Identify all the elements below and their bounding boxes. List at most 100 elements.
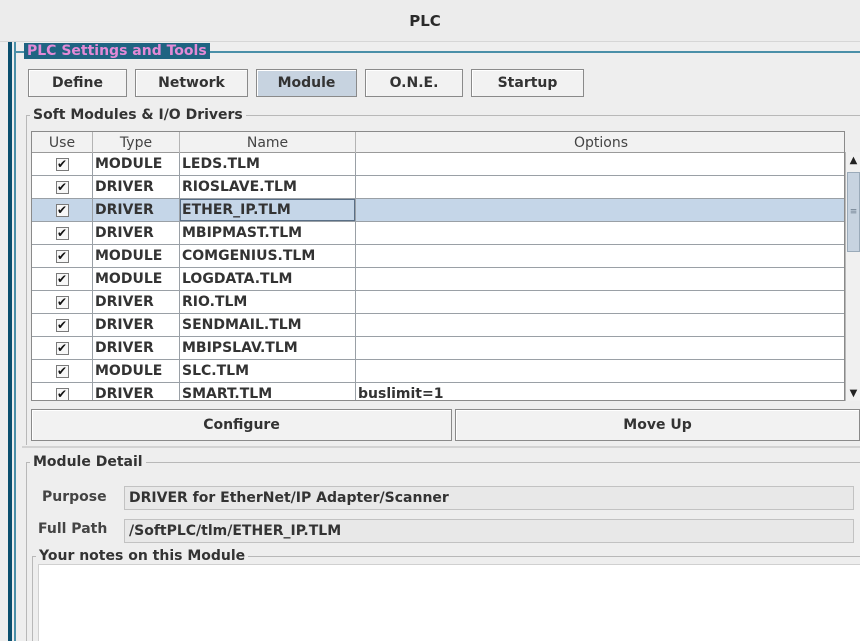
options-cell[interactable] xyxy=(356,337,844,359)
use-checkbox[interactable]: ✔ xyxy=(55,180,69,194)
column-header-use[interactable]: Use xyxy=(32,132,93,153)
table-row[interactable]: ✔ DRIVER ETHER_IP.TLM xyxy=(32,199,844,222)
options-cell[interactable] xyxy=(356,199,844,221)
name-cell[interactable]: SLC.TLM xyxy=(180,360,356,382)
left-accent-border-inner xyxy=(14,42,16,641)
name-cell[interactable]: SENDMAIL.TLM xyxy=(180,314,356,336)
type-cell[interactable]: MODULE xyxy=(93,360,180,382)
module-detail-border xyxy=(26,462,860,463)
use-cell: ✔ xyxy=(32,268,93,290)
options-cell[interactable] xyxy=(356,291,844,313)
type-cell[interactable]: DRIVER xyxy=(93,314,180,336)
options-cell[interactable] xyxy=(356,268,844,290)
type-cell[interactable]: DRIVER xyxy=(93,337,180,359)
options-cell[interactable] xyxy=(356,245,844,267)
full-path-label: Full Path xyxy=(38,521,108,537)
name-cell[interactable]: LOGDATA.TLM xyxy=(180,268,356,290)
use-checkbox[interactable]: ✔ xyxy=(55,341,69,355)
scroll-down-arrow-icon[interactable]: ▼ xyxy=(846,385,860,401)
use-cell: ✔ xyxy=(32,222,93,244)
type-cell[interactable]: DRIVER xyxy=(93,176,180,198)
modules-panel-label: Soft Modules & I/O Drivers xyxy=(30,106,246,124)
name-cell[interactable]: ETHER_IP.TLM xyxy=(180,199,356,221)
configure-button[interactable]: Configure xyxy=(31,409,452,441)
type-cell[interactable]: DRIVER xyxy=(93,199,180,221)
tab-module[interactable]: Module xyxy=(256,69,357,97)
use-checkbox[interactable]: ✔ xyxy=(55,226,69,240)
options-cell[interactable] xyxy=(356,360,844,382)
type-cell[interactable]: DRIVER xyxy=(93,383,180,400)
column-header-type[interactable]: Type xyxy=(93,132,180,153)
column-header-name[interactable]: Name xyxy=(180,132,356,153)
table-row[interactable]: ✔ MODULE LEDS.TLM xyxy=(32,153,844,176)
table-row[interactable]: ✔ DRIVER SMART.TLM buslimit=1 xyxy=(32,383,844,400)
options-cell[interactable] xyxy=(356,314,844,336)
table-row[interactable]: ✔ MODULE COMGENIUS.TLM xyxy=(32,245,844,268)
use-checkbox[interactable]: ✔ xyxy=(55,364,69,378)
name-cell[interactable]: MBIPMAST.TLM xyxy=(180,222,356,244)
name-cell[interactable]: LEDS.TLM xyxy=(180,153,356,175)
name-cell[interactable]: RIOSLAVE.TLM xyxy=(180,176,356,198)
purpose-field: DRIVER for EtherNet/IP Adapter/Scanner xyxy=(124,486,854,510)
use-checkbox[interactable]: ✔ xyxy=(55,272,69,286)
use-cell: ✔ xyxy=(32,337,93,359)
full-path-field: /SoftPLC/tlm/ETHER_IP.TLM xyxy=(124,519,854,543)
purpose-label: Purpose xyxy=(42,489,107,505)
use-checkbox[interactable]: ✔ xyxy=(55,387,69,400)
table-row[interactable]: ✔ DRIVER MBIPSLAV.TLM xyxy=(32,337,844,360)
use-cell: ✔ xyxy=(32,383,93,400)
module-detail-border-left xyxy=(26,462,27,641)
type-cell[interactable]: MODULE xyxy=(93,245,180,267)
table-row[interactable]: ✔ MODULE LOGDATA.TLM xyxy=(32,268,844,291)
title-bar: PLC xyxy=(0,0,860,42)
table-row[interactable]: ✔ DRIVER RIOSLAVE.TLM xyxy=(32,176,844,199)
split-divider[interactable] xyxy=(22,446,860,448)
use-cell: ✔ xyxy=(32,291,93,313)
type-cell[interactable]: DRIVER xyxy=(93,222,180,244)
type-cell[interactable]: DRIVER xyxy=(93,291,180,313)
use-cell: ✔ xyxy=(32,360,93,382)
table-row[interactable]: ✔ DRIVER SENDMAIL.TLM xyxy=(32,314,844,337)
name-cell[interactable]: MBIPSLAV.TLM xyxy=(180,337,356,359)
use-cell: ✔ xyxy=(32,153,93,175)
tab-network[interactable]: Network xyxy=(135,69,248,97)
table-row[interactable]: ✔ DRIVER RIO.TLM xyxy=(32,291,844,314)
name-cell[interactable]: SMART.TLM xyxy=(180,383,356,400)
notes-label: Your notes on this Module xyxy=(36,547,249,565)
tab-define[interactable]: Define xyxy=(28,69,127,97)
name-cell[interactable]: RIO.TLM xyxy=(180,291,356,313)
tab-startup[interactable]: Startup xyxy=(471,69,584,97)
name-cell[interactable]: COMGENIUS.TLM xyxy=(180,245,356,267)
move-up-button[interactable]: Move Up xyxy=(455,409,860,441)
type-cell[interactable]: MODULE xyxy=(93,153,180,175)
table-header: Use Type Name Options xyxy=(32,132,844,153)
table-row[interactable]: ✔ MODULE SLC.TLM xyxy=(32,360,844,383)
use-checkbox[interactable]: ✔ xyxy=(55,203,69,217)
type-cell[interactable]: MODULE xyxy=(93,268,180,290)
use-cell: ✔ xyxy=(32,245,93,267)
options-cell[interactable]: buslimit=1 xyxy=(356,383,844,400)
table-scrollbar[interactable]: ▲ ≡ ▼ xyxy=(845,152,860,401)
modules-table: Use Type Name Options ✔ MODULE LEDS.TLM ✔ DR… xyxy=(31,131,845,401)
modules-panel-border-left xyxy=(26,115,27,445)
options-cell[interactable] xyxy=(356,222,844,244)
notes-textarea[interactable] xyxy=(38,564,860,641)
use-cell: ✔ xyxy=(32,176,93,198)
scroll-thumb[interactable]: ≡ xyxy=(847,172,860,252)
left-accent-border xyxy=(8,42,12,641)
use-checkbox[interactable]: ✔ xyxy=(55,295,69,309)
tab-one[interactable]: O.N.E. xyxy=(365,69,463,97)
window-title: PLC xyxy=(409,11,441,30)
options-cell[interactable] xyxy=(356,176,844,198)
use-checkbox[interactable]: ✔ xyxy=(55,249,69,263)
use-checkbox[interactable]: ✔ xyxy=(55,157,69,171)
table-row[interactable]: ✔ DRIVER MBIPMAST.TLM xyxy=(32,222,844,245)
scroll-up-arrow-icon[interactable]: ▲ xyxy=(846,152,860,168)
use-checkbox[interactable]: ✔ xyxy=(55,318,69,332)
use-cell: ✔ xyxy=(32,314,93,336)
options-cell[interactable] xyxy=(356,153,844,175)
use-cell: ✔ xyxy=(32,199,93,221)
notes-border-left xyxy=(32,556,33,641)
plc-window: PLC Settings and Tools Define Network Mo… xyxy=(0,42,860,641)
column-header-options[interactable]: Options xyxy=(356,132,844,153)
